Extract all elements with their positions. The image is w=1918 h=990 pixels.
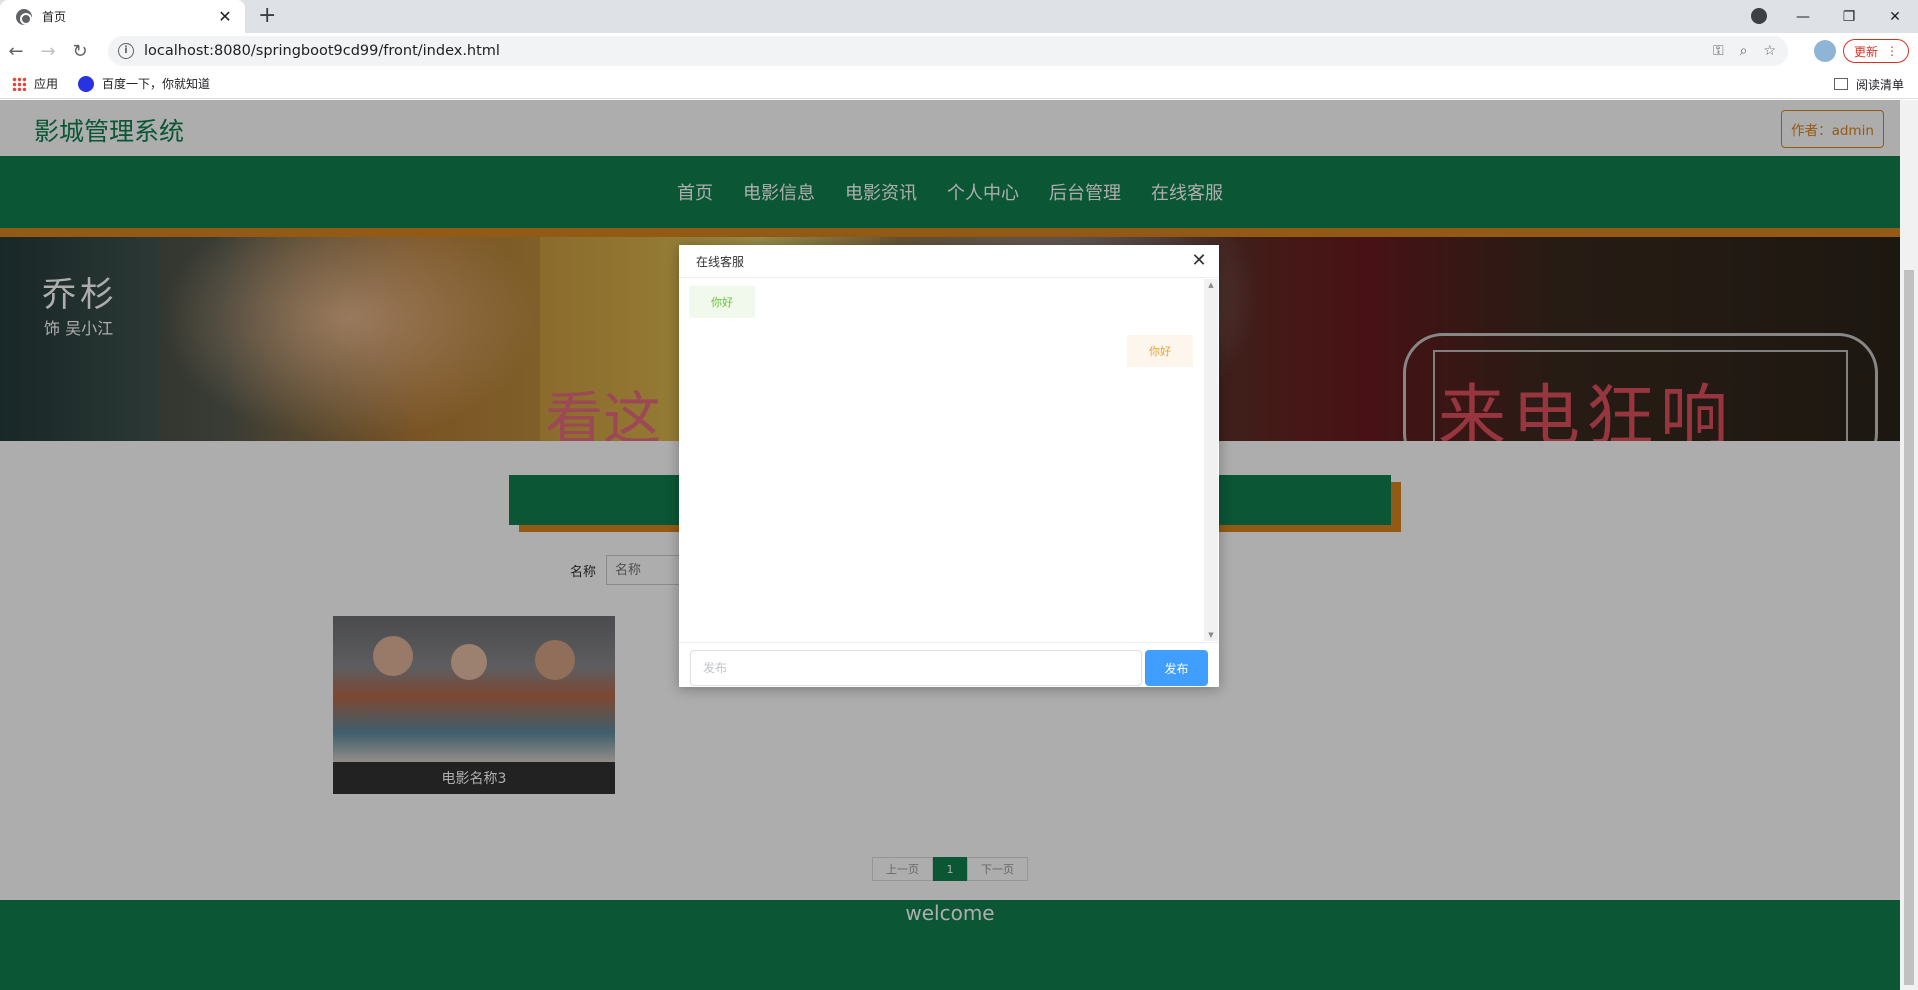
forward-icon[interactable]: → [32, 41, 64, 62]
address-bar[interactable]: i localhost:8080/springboot9cd99/front/i… [108, 36, 1788, 66]
tab-close-icon[interactable]: ✕ [217, 7, 233, 26]
reload-icon[interactable]: ↻ [64, 41, 96, 62]
apps-grid-icon [12, 76, 26, 91]
url-text[interactable]: localhost:8080/springboot9cd99/front/ind… [144, 43, 1713, 59]
chat-message-received: 你好 [689, 286, 755, 318]
star-icon[interactable]: ☆ [1763, 43, 1776, 59]
bookmarks-bar: 应用 百度一下，你就知道 阅读清单 [0, 69, 1918, 99]
chat-scrollbar[interactable]: ▲ ▼ [1204, 279, 1218, 641]
browser-tab-bar: 首页 ✕ + — ❐ ✕ [0, 0, 1918, 33]
bookmark-apps[interactable]: 应用 [12, 75, 58, 92]
dialog-title: 在线客服 [696, 255, 745, 269]
tab-search-icon[interactable] [1751, 8, 1767, 24]
update-button[interactable]: 更新 ⋮ [1843, 39, 1909, 63]
restore-icon[interactable]: ❐ [1826, 9, 1872, 25]
zoom-icon[interactable]: ⌕ [1740, 43, 1748, 59]
scroll-down-icon[interactable]: ▼ [1204, 631, 1218, 639]
profile-avatar[interactable] [1814, 40, 1836, 62]
key-icon[interactable]: ⚿ [1713, 43, 1724, 59]
site-info-icon[interactable]: i [118, 43, 134, 59]
globe-icon [16, 8, 32, 25]
window-controls: — ❐ ✕ [1780, 0, 1918, 33]
send-button[interactable]: 发布 [1145, 650, 1208, 686]
chat-messages[interactable]: 你好 你好 ▲ ▼ [679, 278, 1219, 642]
chat-footer: 发布 [679, 642, 1219, 687]
scroll-up-icon[interactable]: ▲ [1204, 281, 1218, 289]
update-label: 更新 [1853, 44, 1878, 59]
bookmark-baidu[interactable]: 百度一下，你就知道 [78, 75, 210, 92]
browser-toolbar: ← → ↻ i localhost:8080/springboot9cd99/f… [0, 33, 1918, 69]
tab-title: 首页 [42, 10, 67, 24]
new-tab-icon[interactable]: + [258, 4, 276, 28]
close-window-icon[interactable]: ✕ [1872, 9, 1918, 25]
chat-message-sent: 你好 [1127, 335, 1193, 367]
scrollbar-thumb[interactable] [1904, 270, 1914, 985]
dialog-header: 在线客服 ✕ [679, 245, 1219, 278]
more-menu-icon: ⋮ [1886, 44, 1898, 58]
page-scrollbar[interactable] [1900, 100, 1918, 990]
bookmark-label: 百度一下，你就知道 [102, 77, 211, 91]
minimize-icon[interactable]: — [1780, 9, 1826, 25]
baidu-icon [78, 75, 95, 92]
bookmark-label: 应用 [34, 77, 59, 91]
reading-list-icon [1833, 78, 1848, 90]
close-icon[interactable]: ✕ [1188, 250, 1210, 272]
reading-list-label: 阅读清单 [1855, 77, 1904, 92]
back-icon[interactable]: ← [0, 41, 32, 62]
browser-tab[interactable]: 首页 ✕ [0, 0, 245, 33]
reading-list[interactable]: 阅读清单 [1833, 69, 1904, 99]
chat-dialog: 在线客服 ✕ 你好 你好 ▲ ▼ 发布 [679, 245, 1219, 687]
chat-input[interactable] [690, 650, 1142, 686]
